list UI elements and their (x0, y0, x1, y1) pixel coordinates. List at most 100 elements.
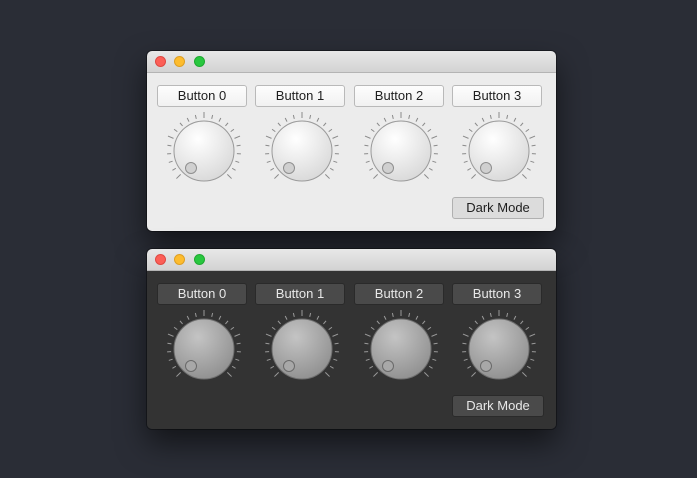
knob-tick (415, 117, 419, 122)
knob-tick (234, 135, 241, 139)
knob-tick (292, 114, 295, 120)
rotary-knob-3[interactable] (459, 111, 539, 191)
knob-tick (521, 173, 527, 179)
knob-tick (332, 333, 339, 337)
knob-tick (408, 312, 411, 318)
knob-tick (323, 320, 327, 325)
knob-tick (270, 365, 275, 369)
knob-body (370, 120, 432, 182)
knob-tick (431, 333, 438, 337)
knob-tick (265, 342, 270, 345)
knob-tick (218, 117, 222, 122)
dark-mode-button[interactable]: Dark Mode (452, 197, 544, 219)
dark-window: Button 0 Button 1 Button 2 Button 3 Dark… (147, 249, 556, 429)
close-window-button[interactable] (155, 254, 166, 265)
knob-tick (218, 315, 222, 320)
button-1[interactable]: Button 1 (255, 85, 345, 107)
knob-tick (525, 326, 530, 331)
rotary-knob-1[interactable] (262, 309, 342, 389)
knob-tick (284, 117, 288, 122)
knob-tick (186, 117, 190, 122)
close-window-button[interactable] (155, 56, 166, 67)
knob-tick (168, 160, 173, 163)
knob-tick (364, 333, 371, 337)
button-1[interactable]: Button 1 (255, 283, 345, 305)
knob-tick (531, 342, 536, 345)
knob-tick (467, 167, 472, 171)
knob-tick (489, 114, 492, 120)
knob-tick (172, 365, 177, 369)
knob-tick (236, 144, 241, 147)
title-bar (147, 51, 556, 73)
button-3[interactable]: Button 3 (452, 85, 542, 107)
knob-tick (433, 342, 438, 345)
knob-tick (373, 173, 379, 179)
knob-tick (332, 135, 339, 139)
knob-tick (167, 144, 172, 147)
knob-tick (531, 144, 536, 147)
knob-tick (529, 135, 536, 139)
knob-tick (323, 122, 327, 127)
knob-tick (235, 160, 240, 163)
knob-tick (265, 333, 272, 337)
dark-mode-button[interactable]: Dark Mode (452, 395, 544, 417)
button-3[interactable]: Button 3 (452, 283, 542, 305)
knob-tick (334, 342, 339, 345)
knob-tick (271, 326, 276, 331)
knob-tick (530, 160, 535, 163)
knob-tick (265, 135, 272, 139)
rotary-knob-0[interactable] (164, 309, 244, 389)
knob-tick (376, 122, 380, 127)
knob-tick (167, 333, 174, 337)
knob-tick (329, 167, 334, 171)
rotary-knob-2[interactable] (361, 111, 441, 191)
window-content: Button 0 Button 1 Button 2 Button 3 Dark… (147, 271, 556, 429)
knob-tick (328, 326, 333, 331)
knob-indicator (480, 360, 492, 372)
knob-tick (376, 320, 380, 325)
knob-tick (423, 371, 429, 377)
knob-tick (481, 117, 485, 122)
knob-tick (423, 173, 429, 179)
button-0[interactable]: Button 0 (157, 85, 247, 107)
knob-tick (230, 128, 235, 133)
zoom-window-button[interactable] (194, 254, 205, 265)
knob-tick (471, 371, 477, 377)
knob-body (173, 120, 235, 182)
knob-tick (506, 114, 509, 120)
knob-tick (179, 320, 183, 325)
knob-tick (383, 315, 387, 320)
knob-tick (467, 365, 472, 369)
knob-body (271, 318, 333, 380)
knob-tick (316, 117, 320, 122)
knob-indicator (480, 162, 492, 174)
knob-tick (365, 160, 370, 163)
minimize-window-button[interactable] (174, 254, 185, 265)
knob-tick (364, 144, 369, 147)
knob-tick (277, 320, 281, 325)
knob-tick (370, 128, 375, 133)
window-content: Button 0 Button 1 Button 2 Button 3 Dark… (147, 73, 556, 231)
knob-tick (292, 312, 295, 318)
knob-tick (471, 173, 477, 179)
rotary-knob-1[interactable] (262, 111, 342, 191)
knob-indicator (382, 360, 394, 372)
button-2[interactable]: Button 2 (354, 283, 444, 305)
button-0[interactable]: Button 0 (157, 283, 247, 305)
knob-tick (225, 122, 229, 127)
minimize-window-button[interactable] (174, 56, 185, 67)
knob-tick (333, 358, 338, 361)
knob-tick (194, 114, 197, 120)
knob-tick (284, 315, 288, 320)
zoom-window-button[interactable] (194, 56, 205, 67)
knob-tick (432, 160, 437, 163)
button-2[interactable]: Button 2 (354, 85, 444, 107)
knob-body (370, 318, 432, 380)
title-bar (147, 249, 556, 271)
knob-tick (329, 365, 334, 369)
knob-tick (391, 114, 394, 120)
rotary-knob-2[interactable] (361, 309, 441, 389)
rotary-knob-3[interactable] (459, 309, 539, 389)
knob-tick (226, 371, 232, 377)
rotary-knob-0[interactable] (164, 111, 244, 191)
